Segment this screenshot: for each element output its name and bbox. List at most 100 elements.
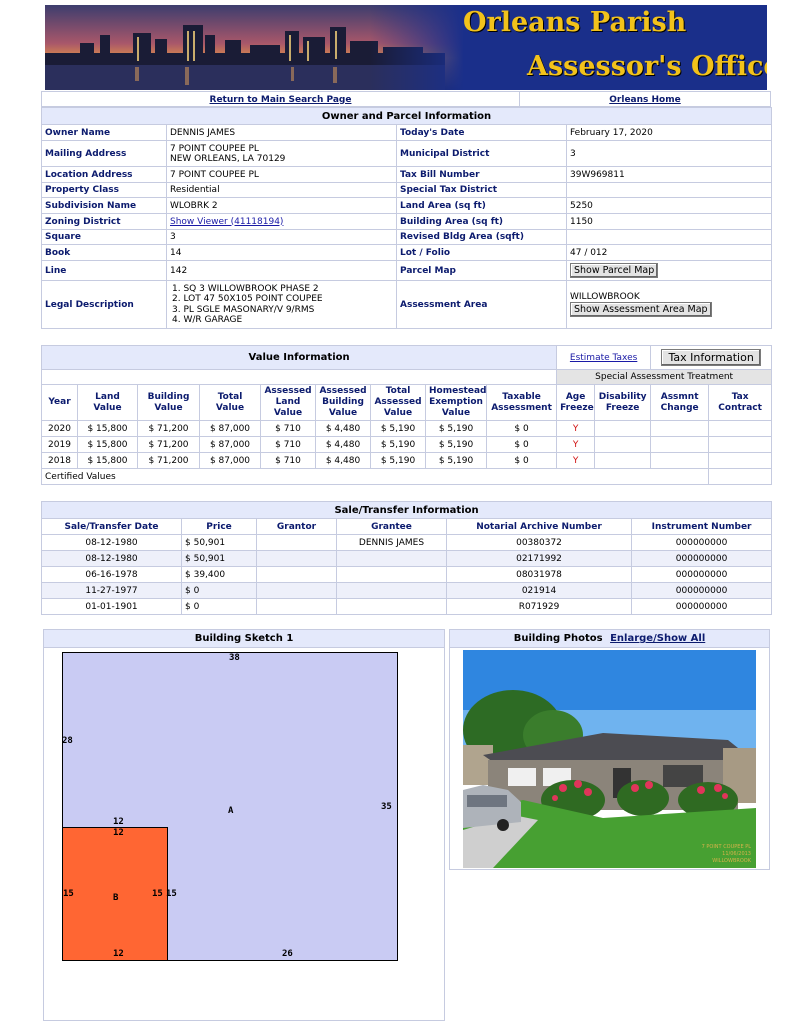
sketch-dim-b-right: 15	[152, 889, 163, 899]
mailing-address-label: Mailing Address	[41, 140, 167, 167]
subdivision-value: WLOBRK 2	[166, 197, 397, 214]
sketch-dim-top: 38	[229, 653, 240, 663]
cell	[594, 436, 652, 453]
cell: $ 5,190	[370, 420, 426, 437]
cell-grantor	[256, 582, 337, 599]
cell: $ 71,200	[137, 436, 200, 453]
show-parcel-map-button[interactable]: Show Parcel Map	[570, 263, 659, 278]
cell: $ 87,000	[199, 420, 261, 437]
assessment-area-label: Assessment Area	[396, 280, 567, 329]
col-header: Year	[41, 384, 78, 421]
sketch-dim-a-bottom: 26	[282, 949, 293, 959]
photo-caption-line3: WILLOWBROOK	[712, 858, 751, 864]
cell-notarial: 02171992	[446, 550, 632, 567]
sketch-label-a: A	[228, 806, 234, 816]
cell: $ 710	[260, 436, 316, 453]
book-label: Book	[41, 244, 167, 261]
legal-description-label: Legal Description	[41, 280, 167, 329]
cell-price: $ 0	[181, 582, 257, 599]
col-header: Homestead Exemption Value	[425, 384, 487, 421]
col-header: Land Value	[77, 384, 138, 421]
enlarge-show-all-link[interactable]: Enlarge/Show All	[610, 633, 705, 644]
subdivision-label: Subdivision Name	[41, 197, 167, 214]
value-table-header: Year Land Value Building Value Total Val…	[41, 384, 773, 421]
lot-folio-value: 47 / 012	[565, 244, 773, 261]
square-value: 3	[166, 229, 397, 245]
cell-notarial: 021914	[446, 582, 632, 599]
col-header: Notarial Archive Number	[446, 518, 632, 535]
line-value: 142	[166, 260, 397, 281]
cell	[708, 452, 773, 469]
building-area-label: Building Area (sq ft)	[396, 213, 567, 230]
cell-year: 2019	[41, 436, 78, 453]
col-header: Disability Freeze	[594, 384, 652, 421]
cell: $ 15,800	[77, 420, 138, 437]
legal-line: 1. SQ 3 WILLOWBROOK PHASE 2	[172, 283, 319, 294]
building-photos-header: Building Photos Enlarge/Show All	[450, 630, 769, 648]
sketch-dim-a-mid: 15	[166, 889, 177, 899]
cell-grantor	[256, 566, 337, 583]
legal-line: 2. LOT 47 50X105 POINT COUPEE	[172, 294, 323, 304]
cell-grantor	[256, 598, 337, 615]
house-photo[interactable]: 7 POINT COUPEE PL 11/06/2013 WILLOWBROOK	[463, 650, 756, 868]
building-sketch-title: Building Sketch 1	[44, 630, 444, 648]
special-assessment-header: Special Assessment Treatment	[556, 369, 773, 385]
col-header: Sale/Transfer Date	[41, 518, 182, 535]
photo-caption-line2: 11/06/2013	[722, 851, 751, 857]
show-assessment-map-button[interactable]: Show Assessment Area Map	[570, 302, 712, 317]
lot-folio-label: Lot / Folio	[396, 244, 567, 261]
cell-date: 08-12-1980	[41, 550, 182, 567]
cell: $ 15,800	[77, 436, 138, 453]
mailing-address-value: 7 POINT COUPEE PL NEW ORLEANS, LA 70129	[166, 140, 397, 167]
cell-notarial: R071929	[446, 598, 632, 615]
mailing-line1: 7 POINT COUPEE PL	[170, 143, 259, 154]
return-to-search-link[interactable]: Return to Main Search Page	[210, 95, 352, 105]
parcel-map-label: Parcel Map	[396, 260, 567, 281]
col-header: Assmnt Change	[650, 384, 710, 421]
col-header: Assessed Land Value	[260, 384, 316, 421]
cell-price: $ 50,901	[181, 534, 257, 551]
sales-section-title: Sale/Transfer Information	[40, 501, 773, 519]
owner-section-title: Owner and Parcel Information	[40, 107, 773, 125]
sales-table-header: Sale/Transfer Date Price Grantor Grantee…	[41, 518, 773, 535]
cell-grantee	[336, 550, 447, 567]
cell-date: 01-01-1901	[41, 598, 182, 615]
cell	[650, 452, 710, 469]
cell-instrument: 000000000	[630, 534, 773, 551]
building-area-value: 1150	[565, 213, 773, 230]
col-header: Price	[181, 518, 257, 535]
banner-title-line2: Assessor's Office	[527, 51, 767, 82]
col-header: Taxable Assessment	[485, 384, 558, 421]
cell	[708, 420, 773, 437]
cell: $ 0	[485, 452, 558, 469]
sketch-dim-b-top-outer: 12	[113, 817, 124, 827]
cell: $ 15,800	[77, 452, 138, 469]
header-banner: Orleans Parish Assessor's Office	[45, 5, 767, 90]
orleans-home-link[interactable]: Orleans Home	[609, 95, 680, 105]
sketch-dim-b-bottom: 12	[113, 949, 124, 959]
cell: $ 5,190	[425, 436, 487, 453]
sketch-label-b: B	[113, 893, 119, 903]
cell: $ 710	[260, 452, 316, 469]
cell-notarial: 08031978	[446, 566, 632, 583]
cell-age-freeze: Y	[556, 436, 596, 453]
zoning-viewer-link[interactable]: Show Viewer (41118194)	[170, 217, 283, 227]
estimate-taxes-link[interactable]: Estimate Taxes	[570, 353, 637, 363]
tax-information-button[interactable]: Tax Information	[661, 349, 761, 366]
cell: $ 87,000	[199, 452, 261, 469]
cell: $ 5,190	[370, 436, 426, 453]
sketch-dim-b-top-inner: 12	[113, 828, 124, 838]
table-row: 08-12-1980 $ 50,901 DENNIS JAMES 00380372 00…	[41, 534, 773, 551]
col-header: Total Value	[199, 384, 261, 421]
cell: $ 4,480	[315, 452, 371, 469]
owner-name-value: DENNIS JAMES	[166, 124, 397, 141]
cell: $ 710	[260, 420, 316, 437]
banner-title-line1: Orleans Parish	[463, 7, 687, 38]
cell: $ 0	[485, 420, 558, 437]
cell-notarial: 00380372	[446, 534, 632, 551]
land-area-value: 5250	[565, 197, 773, 214]
cell	[594, 420, 652, 437]
assessment-area-value: WILLOWBROOK	[570, 292, 640, 302]
value-row: 2018 $ 15,800 $ 71,200 $ 87,000 $ 710 $ 4,480…	[41, 452, 773, 469]
cell-instrument: 000000000	[630, 582, 773, 599]
